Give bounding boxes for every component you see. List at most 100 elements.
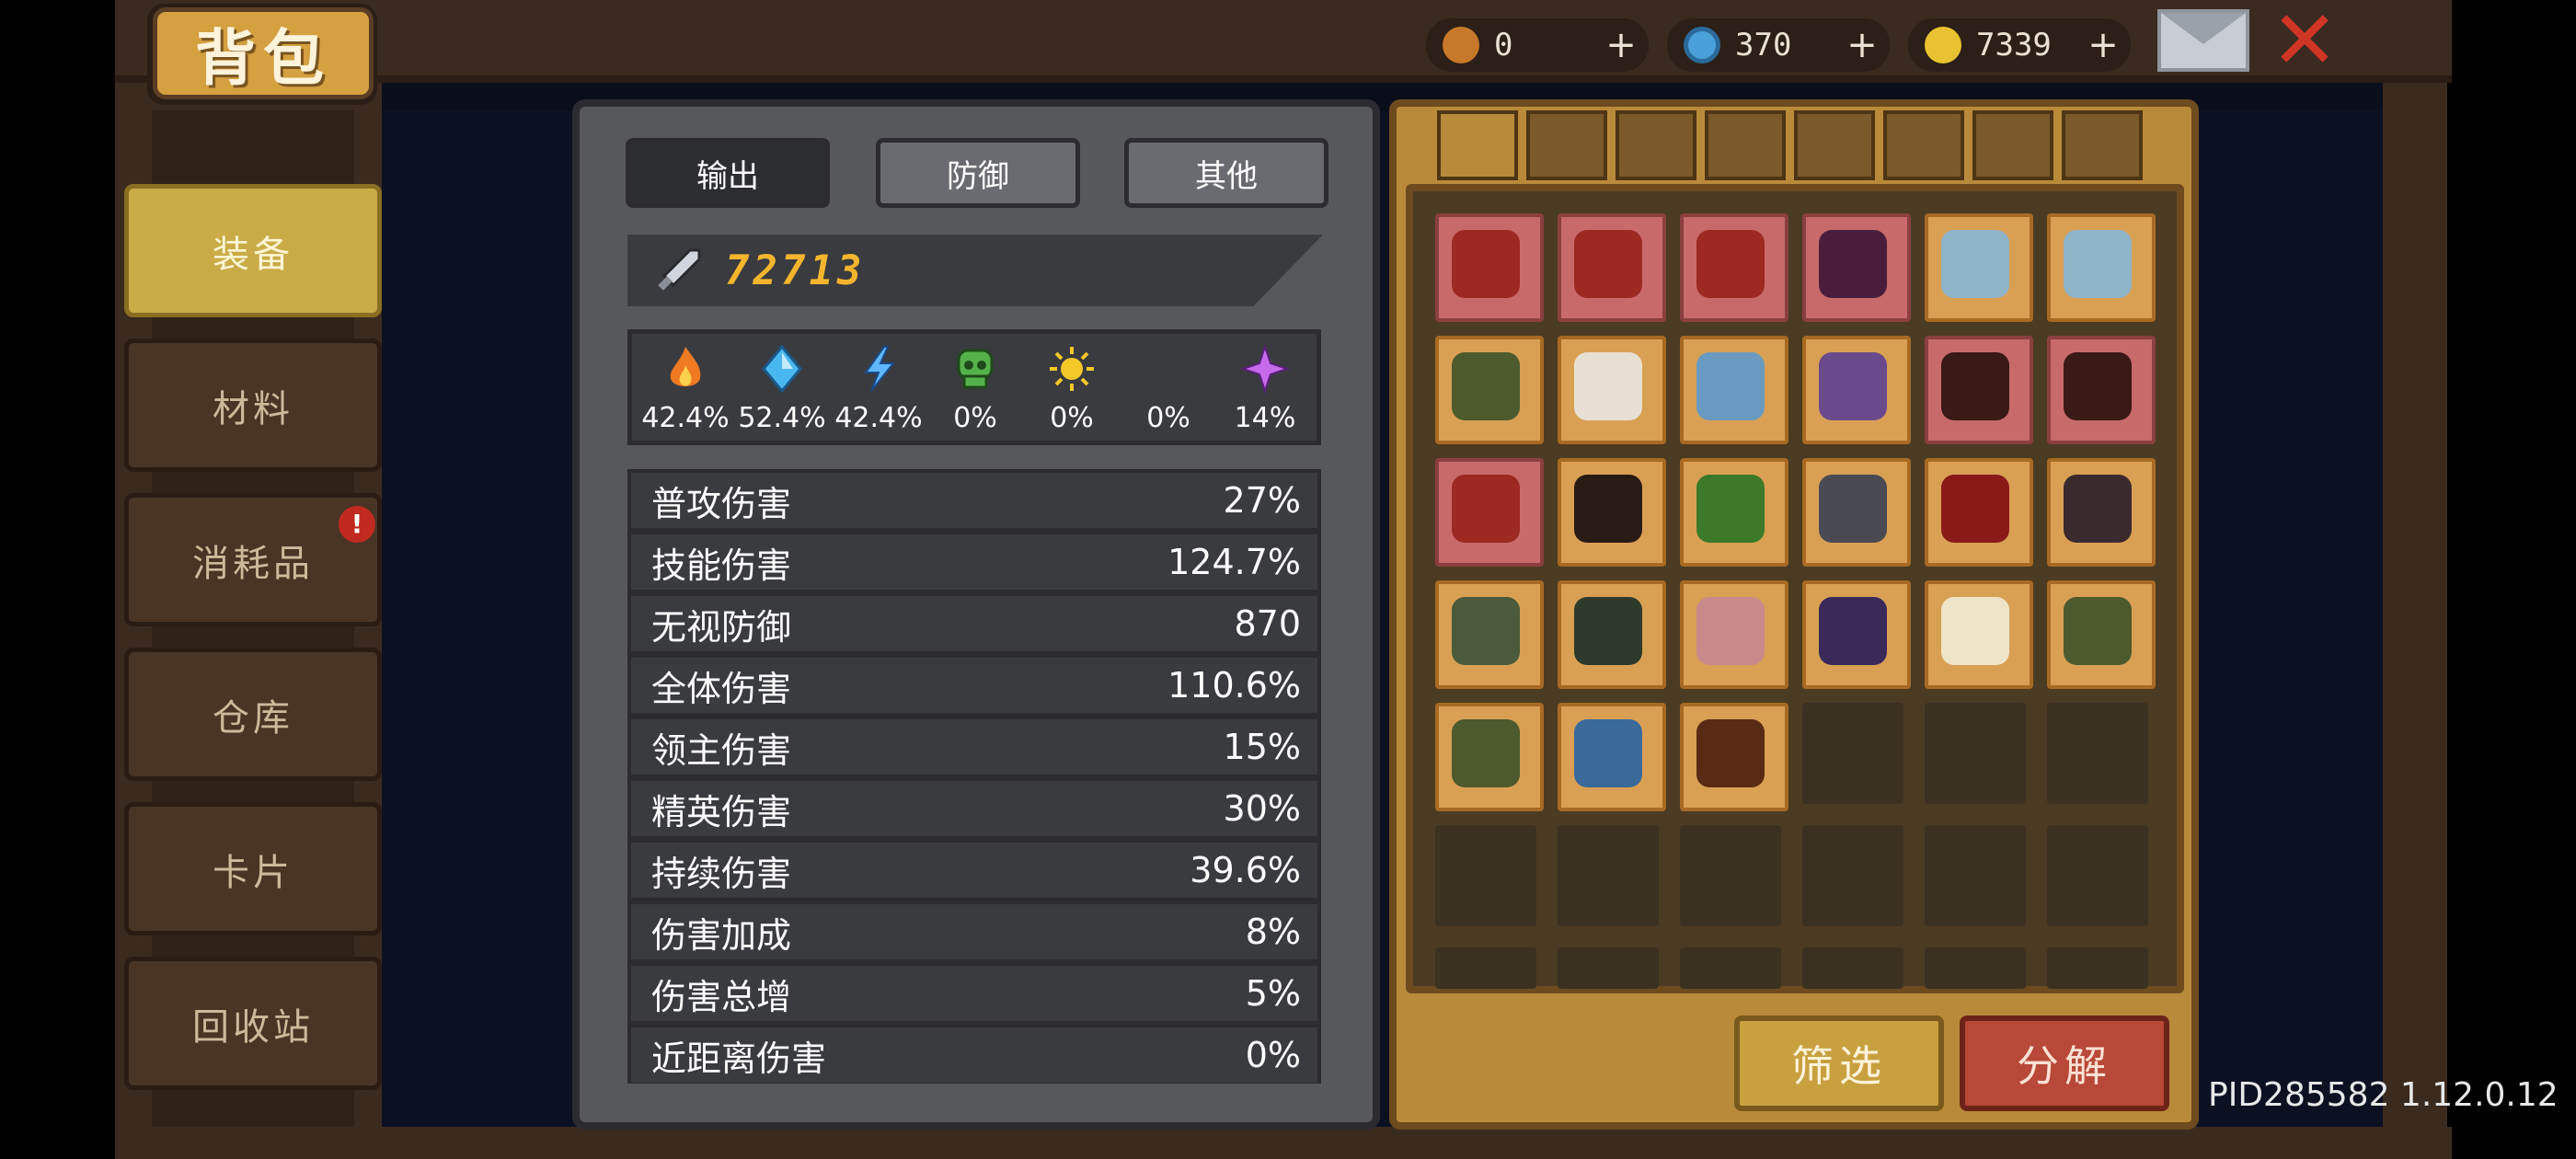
empty-slot[interactable]	[1558, 825, 1659, 926]
tab-defense[interactable]: 防御	[876, 138, 1080, 208]
add-currency-button[interactable]: +	[1603, 24, 1639, 66]
close-icon[interactable]: ✕	[2268, 0, 2341, 81]
helmet-icon[interactable]	[1705, 110, 1786, 180]
all-grid-icon[interactable]	[1437, 110, 1518, 180]
stat-row: 伤害总增 5%	[631, 966, 1317, 1021]
ring-icon[interactable]	[1972, 110, 2053, 180]
inventory-slot[interactable]	[1802, 458, 1911, 567]
green-armor-item	[1452, 597, 1520, 665]
stat-row: 领主伤害 15%	[631, 719, 1317, 775]
inventory-slot[interactable]	[1802, 580, 1911, 689]
add-currency-button[interactable]: +	[2085, 24, 2122, 66]
element-value: 0%	[1146, 402, 1190, 434]
combat-power-value: 72713	[725, 247, 866, 294]
sidebar-item-label: 卡片	[213, 851, 293, 894]
empty-slot[interactable]	[2047, 825, 2148, 926]
boots-icon[interactable]	[1794, 110, 1875, 180]
inventory-slot[interactable]	[1680, 703, 1788, 811]
inventory-slot[interactable]	[1925, 458, 2033, 567]
inventory-slot[interactable]	[2047, 213, 2156, 322]
filter-button[interactable]: 筛选	[1734, 1016, 1944, 1111]
empty-slot[interactable]	[1802, 947, 1903, 989]
empty-slot[interactable]	[1435, 947, 1536, 989]
inventory-slot[interactable]	[2047, 580, 2156, 689]
empty-slot[interactable]	[1802, 825, 1903, 926]
inventory-slot[interactable]	[1558, 580, 1666, 689]
stat-row: 无视防御 870	[631, 596, 1317, 651]
inventory-slot[interactable]	[1435, 458, 1544, 567]
empty-slot[interactable]	[1925, 947, 2026, 989]
element-light: 0%	[1026, 343, 1118, 434]
necklace-icon[interactable]	[1883, 110, 1964, 180]
inventory-slot[interactable]	[2047, 458, 2156, 567]
sidebar-item-recycle[interactable]: 回收站	[124, 957, 382, 1090]
currency-value: 7339	[1976, 27, 2052, 63]
stat-value: 110.6%	[1167, 665, 1301, 706]
empty-slot[interactable]	[1925, 703, 2026, 804]
sidebar-item-equipment[interactable]: 装备	[124, 184, 382, 317]
tab-label: 其他	[1195, 157, 1258, 195]
element-lightning: 42.4%	[833, 343, 925, 434]
inventory-slot[interactable]	[1558, 213, 1666, 322]
stat-value: 39.6%	[1190, 850, 1301, 890]
fire-blade-item	[2064, 352, 2132, 420]
sidebar-item-materials[interactable]: 材料	[124, 339, 382, 472]
title-plate: 背包	[153, 7, 374, 99]
gear-settings-icon[interactable]	[2062, 110, 2143, 180]
notification-badge: !	[339, 506, 375, 543]
sidebar-item-warehouse[interactable]: 仓库	[124, 648, 382, 781]
empty-slot[interactable]	[1680, 825, 1781, 926]
inventory-slot[interactable]	[1558, 458, 1666, 567]
element-value: 52.4%	[738, 402, 826, 434]
add-currency-button[interactable]: +	[1844, 24, 1880, 66]
stat-list[interactable]: 普攻伤害 27% 技能伤害 124.7% 无视防御 870 全体伤害 110.6% 领主…	[627, 469, 1321, 1084]
mail-icon[interactable]	[2157, 9, 2249, 72]
inventory-slot[interactable]	[1680, 458, 1788, 567]
element-poison: 0%	[929, 343, 1021, 434]
inventory-slot[interactable]	[1435, 703, 1544, 811]
decompose-button[interactable]: 分解	[1960, 1016, 2169, 1111]
red-armor-item	[1941, 475, 2009, 543]
element-fire: 42.4%	[639, 343, 731, 434]
stat-value: 27%	[1223, 480, 1301, 521]
rune-amulet-item	[1819, 597, 1887, 665]
armor-icon[interactable]	[1616, 110, 1696, 180]
tab-output[interactable]: 输出	[626, 138, 830, 208]
weapon-sword-icon[interactable]	[1526, 110, 1607, 180]
sidebar-item-cards[interactable]: 卡片	[124, 802, 382, 935]
stat-label: 全体伤害	[651, 668, 792, 709]
stat-value: 5%	[1245, 973, 1301, 1014]
inventory-slot[interactable]	[1680, 580, 1788, 689]
empty-slot[interactable]	[2047, 703, 2148, 804]
empty-slot[interactable]	[2047, 947, 2148, 989]
tab-label: 输出	[696, 157, 759, 195]
element-resist-box: 42.4% 52.4% 42.4% 0% 0% 0% 14%	[627, 329, 1321, 445]
inventory-slot[interactable]	[1925, 580, 2033, 689]
inventory-slot[interactable]	[1558, 336, 1666, 444]
element-arcane: 14%	[1219, 343, 1311, 434]
inventory-slot[interactable]	[1802, 336, 1911, 444]
tab-other[interactable]: 其他	[1124, 138, 1328, 208]
player-id-version: PID285582 1.12.0.12	[2208, 1076, 2559, 1114]
empty-slot[interactable]	[1925, 825, 2026, 926]
inventory-slot[interactable]	[1680, 336, 1788, 444]
inventory-slot[interactable]	[1558, 703, 1666, 811]
combat-power-row: 72713	[627, 235, 1323, 306]
inventory-slot[interactable]	[1925, 336, 2033, 444]
empty-slot[interactable]	[1435, 825, 1536, 926]
empty-slot[interactable]	[1802, 703, 1903, 804]
stat-label: 近距离伤害	[651, 1038, 827, 1079]
empty-slot[interactable]	[1680, 947, 1781, 989]
inventory-slot[interactable]	[1925, 213, 2033, 322]
inventory-slot[interactable]	[1802, 213, 1911, 322]
inventory-slot[interactable]	[1435, 580, 1544, 689]
currency-gold: 7339 +	[1908, 18, 2131, 72]
inventory-slot[interactable]	[1435, 213, 1544, 322]
inventory-slot[interactable]	[1435, 336, 1544, 444]
stat-row: 伤害加成 8%	[631, 904, 1317, 959]
lightning-icon	[864, 346, 896, 392]
inventory-slot[interactable]	[1680, 213, 1788, 322]
empty-slot[interactable]	[1558, 947, 1659, 989]
inventory-slot[interactable]	[2047, 336, 2156, 444]
stat-value: 0%	[1245, 1035, 1301, 1075]
